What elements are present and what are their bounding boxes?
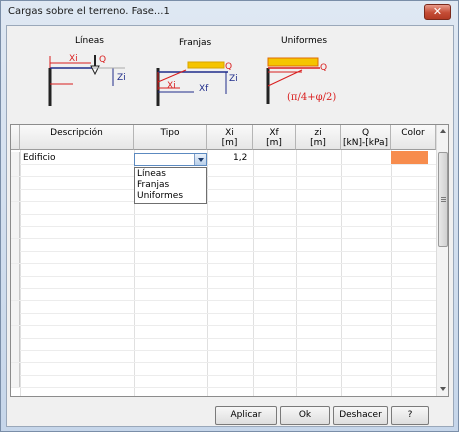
scroll-up-icon[interactable]: [437, 125, 448, 137]
row-selector[interactable]: [11, 338, 20, 350]
row-selector[interactable]: [11, 202, 20, 214]
header-xf[interactable]: Xf [m]: [253, 125, 296, 150]
scheme-label-franjas: Franjas: [179, 38, 212, 48]
uniformes-angle-label: (π/4+φ/2): [287, 92, 337, 103]
table-row-divider: [11, 375, 436, 376]
row-selector[interactable]: [11, 214, 20, 226]
table-column-divider: [296, 150, 297, 396]
header-color[interactable]: Color: [391, 125, 436, 150]
row-selector[interactable]: [11, 152, 20, 164]
table-row-divider: [11, 189, 436, 190]
tipo-dropdown-list: Líneas Franjas Uniformes: [134, 167, 207, 204]
table-column-divider: [341, 150, 342, 396]
scheme-label-lineas: Líneas: [75, 36, 104, 46]
table-row-divider: [11, 362, 436, 363]
row-selector[interactable]: [11, 363, 20, 375]
ok-button[interactable]: Ok: [280, 406, 330, 425]
row-selector[interactable]: [11, 164, 20, 176]
window-title: Cargas sobre el terreno. Fase...1: [8, 6, 170, 17]
table-row-divider: [11, 313, 436, 314]
table-column-divider: [391, 150, 392, 396]
table-row-divider: [11, 263, 436, 264]
header-xi[interactable]: Xi [m]: [207, 125, 253, 150]
table-row-divider: [11, 325, 436, 326]
row-selector[interactable]: [11, 350, 20, 362]
table-row-divider: [11, 164, 436, 165]
table-row-divider: [11, 300, 436, 301]
row-selector[interactable]: [11, 189, 20, 201]
dropdown-option-uniformes[interactable]: Uniformes: [137, 191, 183, 201]
franjas-xi-label: Xi: [167, 81, 176, 91]
row-selector[interactable]: [11, 375, 20, 387]
franjas-xf-label: Xf: [199, 84, 209, 94]
row-selector[interactable]: [11, 264, 20, 276]
lineas-q-label: Q: [99, 55, 107, 65]
table-row-divider: [11, 276, 436, 277]
row-selector[interactable]: [11, 239, 20, 251]
table-row-divider: [11, 176, 436, 177]
dialog-window: Cargas sobre el terreno. Fase...1 ✕ Líne…: [0, 0, 459, 432]
load-type-schemes: Líneas Xi Q Zi Franjas Q Zi Xi Xf Unifor…: [7, 26, 453, 121]
table-row-divider: [11, 338, 436, 339]
franjas-zi-label: Zi: [229, 74, 238, 84]
row-selector[interactable]: [11, 251, 20, 263]
scrollbar-grip: [441, 201, 446, 202]
row-selector[interactable]: [11, 326, 20, 338]
table-row-divider: [11, 226, 436, 227]
help-button[interactable]: ?: [391, 406, 429, 425]
loads-table: Descripción Tipo Xi [m] Xf [m] zi [m] Q [kN]…: [10, 124, 449, 397]
header-tipo[interactable]: Tipo: [134, 125, 207, 150]
close-button[interactable]: ✕: [424, 4, 451, 20]
cell-descripcion[interactable]: Edificio: [23, 153, 56, 163]
lineas-xi-label: Xi: [69, 54, 78, 64]
table-row-divider: [11, 238, 436, 239]
combo-dropdown-arrow-icon[interactable]: [194, 154, 206, 165]
scrollbar-thumb[interactable]: [438, 152, 448, 247]
cell-xi[interactable]: 1,2: [233, 153, 247, 163]
table-column-divider: [207, 150, 208, 396]
scrollbar-grip: [441, 199, 446, 200]
vertical-scrollbar[interactable]: [436, 125, 448, 396]
undo-button[interactable]: Deshacer: [333, 406, 388, 425]
table-row-divider: [11, 387, 436, 388]
table-row-divider: [11, 288, 436, 289]
lineas-zi-label: Zi: [117, 73, 126, 83]
scroll-down-icon[interactable]: [437, 383, 448, 395]
header-zi[interactable]: zi [m]: [296, 125, 341, 150]
apply-button[interactable]: Aplicar: [215, 406, 277, 425]
table-row-divider: [11, 350, 436, 351]
dropdown-option-lineas[interactable]: Líneas: [137, 169, 166, 179]
row-selector[interactable]: [11, 226, 20, 238]
dropdown-option-franjas[interactable]: Franjas: [137, 180, 169, 190]
table-row-divider: [11, 201, 436, 202]
row-selector[interactable]: [11, 313, 20, 325]
row-selector[interactable]: [11, 301, 20, 313]
table-row-divider: [11, 251, 436, 252]
scrollbar-grip: [441, 197, 446, 198]
header-descripcion[interactable]: Descripción: [20, 125, 134, 150]
scheme-label-uniformes: Uniformes: [281, 36, 328, 46]
dialog-client-area: Líneas Xi Q Zi Franjas Q Zi Xi Xf Unifor…: [6, 25, 454, 427]
table-column-divider: [253, 150, 254, 396]
table-row-divider: [11, 214, 436, 215]
uniformes-q-label: Q: [320, 63, 328, 73]
tipo-combobox[interactable]: [134, 153, 207, 166]
table-corner-header: [11, 125, 20, 150]
title-bar[interactable]: Cargas sobre el terreno. Fase...1 ✕: [1, 1, 458, 23]
franjas-q-label: Q: [225, 62, 233, 72]
row-selector[interactable]: [11, 288, 20, 300]
table-column-divider: [20, 150, 21, 396]
cell-color-swatch[interactable]: [391, 151, 428, 164]
row-selector[interactable]: [11, 276, 20, 288]
row-selector[interactable]: [11, 177, 20, 189]
header-q[interactable]: Q [kN]-[kPa]: [341, 125, 391, 150]
